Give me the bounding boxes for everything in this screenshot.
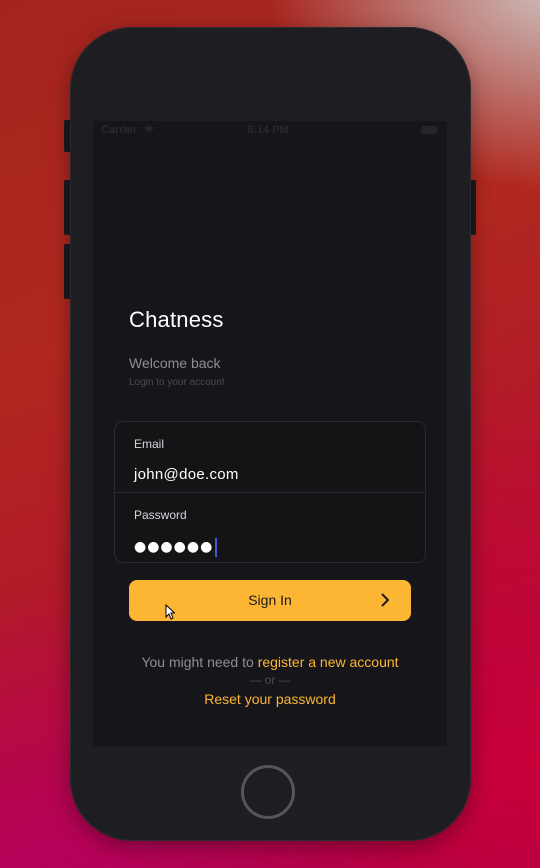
home-button[interactable]	[241, 765, 295, 819]
status-time: 6:14 PM	[247, 124, 289, 136]
wifi-icon	[144, 125, 154, 133]
register-prefix: You might need to	[141, 654, 258, 670]
or-divider: — or —	[249, 673, 291, 687]
password-mask: ●●●●●●	[134, 539, 214, 555]
register-link[interactable]: register a new account	[258, 654, 399, 670]
email-label: Email	[134, 437, 165, 451]
register-prompt: You might need to register a new account	[93, 654, 447, 670]
battery-icon	[421, 126, 437, 134]
email-field[interactable]: Email john@doe.com	[115, 422, 425, 493]
app-title: Chatness	[129, 307, 224, 332]
password-input[interactable]: ●●●●●●	[134, 537, 218, 557]
subtitle-text: Login to your account	[129, 377, 225, 388]
chevron-right-icon	[381, 593, 389, 607]
password-label: Password	[134, 508, 187, 522]
phone-screen: Carrier 6:14 PM Chatness Welcome back Lo…	[93, 121, 447, 746]
login-form: Email john@doe.com Password ●●●●●●	[114, 421, 426, 563]
mouse-cursor-icon	[165, 604, 175, 620]
welcome-text: Welcome back	[129, 355, 221, 371]
password-field[interactable]: Password ●●●●●●	[115, 493, 425, 563]
reset-password-link[interactable]: Reset your password	[93, 691, 447, 707]
text-caret	[215, 537, 218, 557]
carrier-label: Carrier	[101, 124, 138, 136]
email-input[interactable]: john@doe.com	[134, 466, 239, 483]
status-bar: Carrier 6:14 PM	[93, 121, 447, 139]
